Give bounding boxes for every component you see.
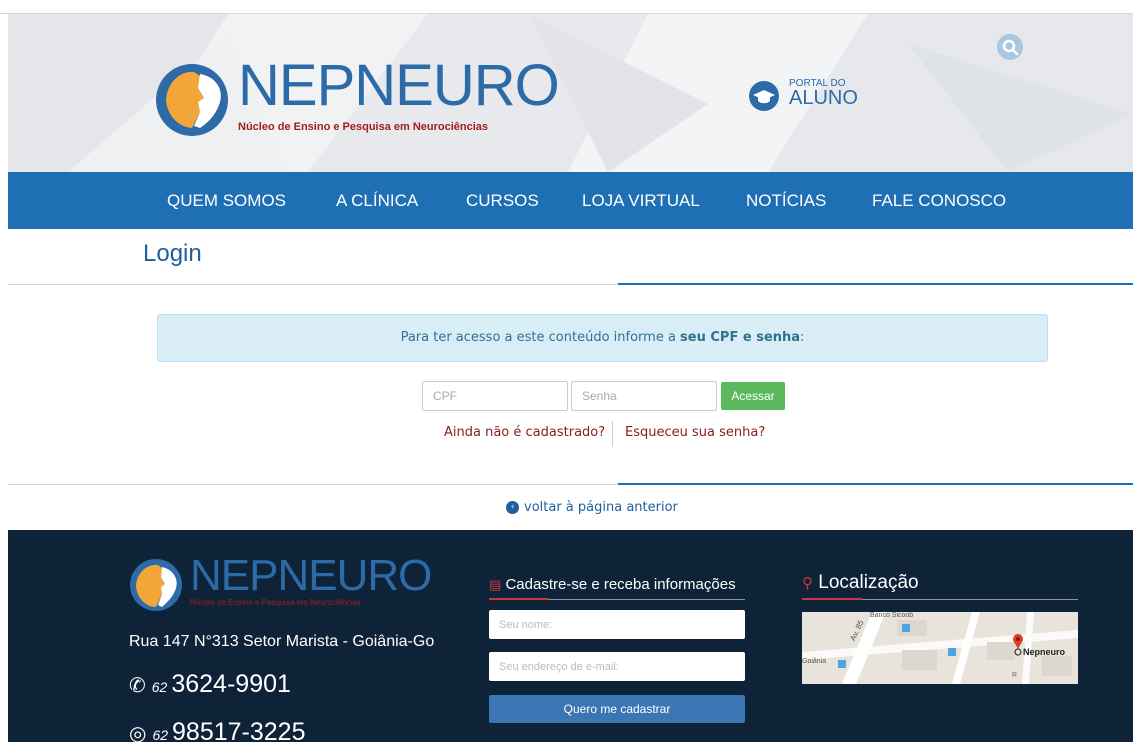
footer-logo-wordmark: NEPNEURO [190,551,432,600]
footer-brain-head-logo-icon [130,559,182,611]
graduation-cap-icon [749,81,779,111]
map-label-city: Goiânia [802,658,827,665]
newspaper-icon: ▤ [489,577,502,592]
map-label-bank: Banco Sicoob [870,612,914,619]
location-heading-accent [802,598,862,600]
nav-item-loja-virtual[interactable]: LOJA VIRTUAL [582,172,700,229]
phone1-area-code: 62 [151,679,168,695]
map-label-street: R [1012,672,1018,679]
title-divider-accent [618,283,1133,285]
brain-head-logo-icon [156,64,228,136]
nav-item-noticias[interactable]: NOTÍCIAS [746,172,826,229]
newsletter-title: Cadastre-se e receba informações [505,576,736,593]
newsletter-subscribe-button[interactable]: Quero me cadastrar [489,695,745,723]
forgot-password-link[interactable]: Esqueceu sua senha? [625,425,765,440]
map-label-place: Nepneuro [1023,647,1066,657]
footer-phone-whatsapp[interactable]: ◎ 62 98517-3225 [129,718,306,747]
nav-item-quem-somos[interactable]: QUEM SOMOS [167,172,286,229]
map-pin-icon: ⚲ [802,575,813,592]
section-divider-accent [618,483,1133,485]
nav-item-fale-conosco[interactable]: FALE CONOSCO [872,172,1006,229]
info-text-prefix: Para ter acesso a este conteúdo informe … [400,330,681,345]
location-heading: ⚲ Localização [802,572,919,594]
nav-item-a-clinica[interactable]: A CLÍNICA [336,172,418,229]
location-title: Localização [818,572,919,593]
page-title: Login [143,240,202,267]
login-submit-button[interactable]: Acessar [721,382,785,410]
search-button[interactable] [997,34,1023,60]
footer-logo[interactable]: NEPNEURO Núcleo de Ensino e Pesquisa em … [128,551,432,615]
nav-item-cursos[interactable]: CURSOS [466,172,539,229]
phone2-area-code: 62 [152,727,169,743]
logo-wordmark: NEPNEURO [238,53,560,118]
portal-label-line2: ALUNO [789,87,858,109]
phone-icon: ✆ [129,675,146,697]
footer-phone-landline[interactable]: ✆ 62 3624-9901 [129,670,291,699]
newsletter-name-input[interactable] [489,610,745,639]
location-map[interactable]: Banco Sicoob Av. 85 Goiânia Nepneuro R [802,612,1078,684]
logo-subtitle: Núcleo de Ensino e Pesquisa em Neurociên… [238,121,489,133]
search-icon [1002,39,1019,56]
back-link-label: voltar à página anterior [524,500,678,515]
chevron-left-circle-icon: ‹ [506,501,519,514]
back-link[interactable]: ‹ voltar à página anterior [506,500,678,515]
phone1-number: 3624-9901 [171,670,291,698]
password-input[interactable] [571,381,717,411]
student-portal-link[interactable]: PORTAL DO ALUNO [749,76,879,116]
links-separator [612,421,613,447]
site-logo[interactable]: NEPNEURO Núcleo de Ensino e Pesquisa em … [154,53,560,146]
site-footer: NEPNEURO Núcleo de Ensino e Pesquisa em … [8,530,1133,746]
footer-logo-subtitle: Núcleo de Ensino e Pesquisa em Neurociên… [190,598,361,607]
register-link[interactable]: Ainda não é cadastrado? [444,425,605,440]
info-text-suffix: : [800,330,805,345]
cpf-input[interactable] [422,381,568,411]
login-info-alert: Para ter acesso a este conteúdo informe … [157,314,1048,362]
newsletter-email-input[interactable] [489,652,745,681]
newsletter-heading-accent [489,598,549,600]
site-header: NEPNEURO Núcleo de Ensino e Pesquisa em … [8,14,1133,172]
info-text-bold: seu CPF e senha [680,330,801,345]
footer-address: Rua 147 N°313 Setor Marista - Goiânia-Go [129,633,435,650]
main-nav: QUEM SOMOS A CLÍNICA CURSOS LOJA VIRTUAL… [8,172,1133,229]
newsletter-heading: ▤ Cadastre-se e receba informações [489,576,736,593]
